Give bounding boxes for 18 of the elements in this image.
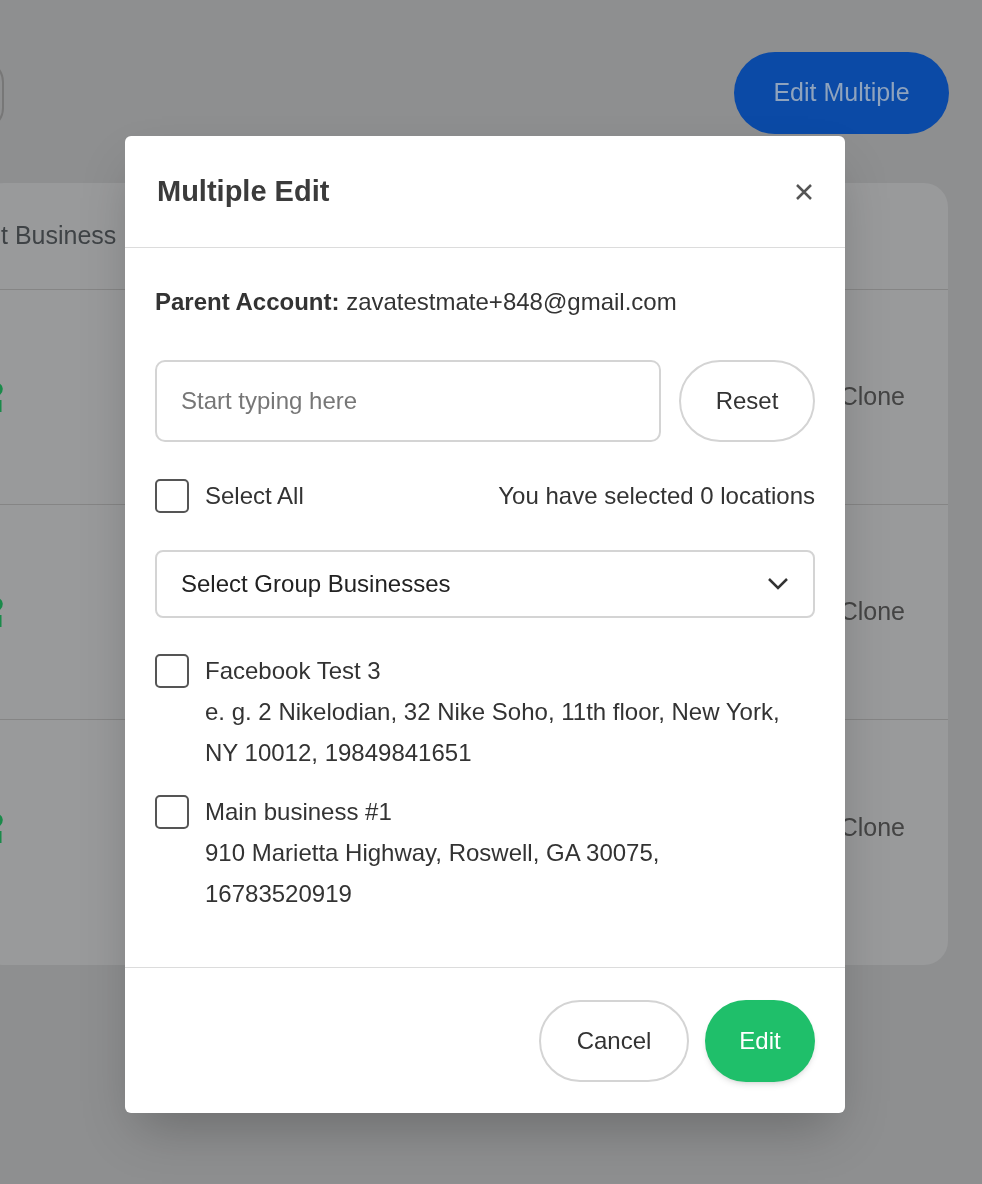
group-select[interactable]: Select Group Businesses: [155, 550, 815, 618]
cancel-button[interactable]: Cancel: [539, 999, 689, 1082]
selection-count: You have selected 0 locations: [498, 481, 815, 511]
search-field[interactable]: Start typing here: [155, 360, 661, 442]
location-name[interactable]: Main business #1: [205, 791, 780, 832]
location-address: e. g. 2 Nikelodian, 32 Nike Soho, 11th floor, New York, NY 10012, 19849841651: [205, 697, 780, 768]
checkbox[interactable]: [155, 479, 189, 513]
column-header: t Business: [1, 220, 117, 252]
select-all-label[interactable]: Select All: [205, 478, 304, 514]
dialog-title: Multiple Edit: [157, 173, 330, 209]
parent-account-text: Parent Account: zavatestmate+848@gmail.com: [155, 287, 678, 317]
chevron-down-icon: [767, 577, 789, 591]
checkbox[interactable]: [155, 654, 189, 688]
location-name[interactable]: Facebook Test 3: [205, 650, 780, 691]
reset-button[interactable]: Reset: [679, 360, 815, 442]
location-address: 910 Marietta Highway, Roswell, GA 30075, 16783520919: [205, 838, 661, 909]
checkbox[interactable]: [155, 795, 189, 829]
close-icon[interactable]: [795, 182, 813, 201]
